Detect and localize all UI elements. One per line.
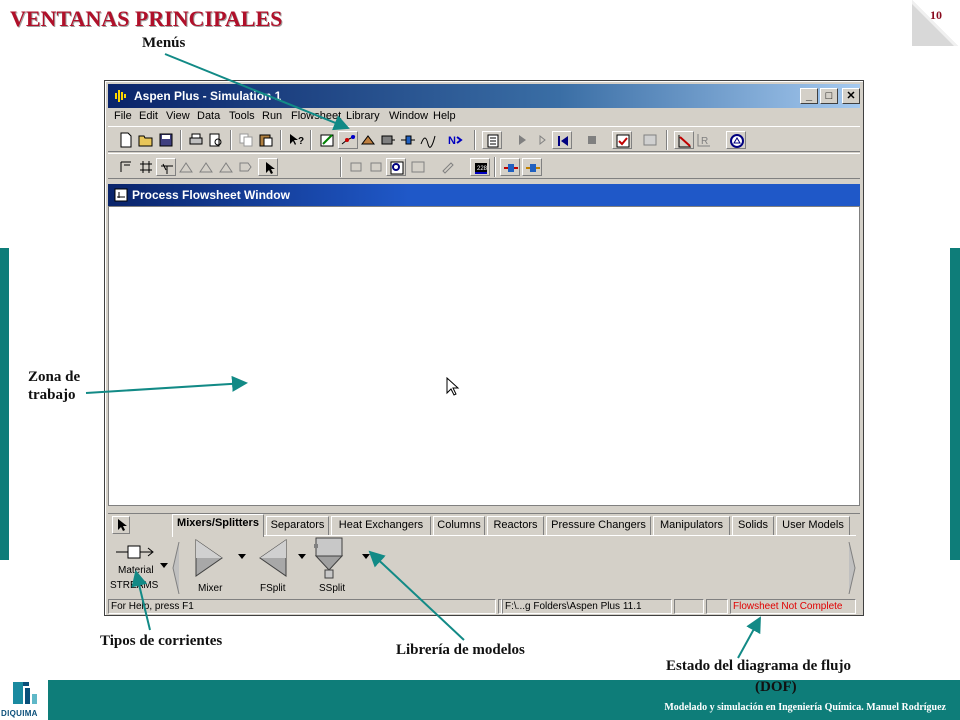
model-library-arrow xyxy=(368,550,465,641)
menus-arrow xyxy=(164,53,350,131)
flowsheet-status-annotation-line2: (DOF) xyxy=(755,679,797,695)
menus-annotation: Menús xyxy=(142,35,186,51)
work-area-annotation-line2: trabajo xyxy=(28,387,76,403)
diquima-logo-text: DIQUIMA xyxy=(1,709,38,718)
work-area-arrow xyxy=(85,375,248,394)
tab-mixers-splitters[interactable]: Mixers/Splitters xyxy=(172,514,264,537)
flowsheet-status-arrow xyxy=(737,616,761,659)
flowsheet-status-annotation-line1: Estado del diagrama de flujo xyxy=(666,658,852,674)
work-area-annotation-line1: Zona de xyxy=(28,369,81,385)
slide-footer: Modelado y simulación en Ingeniería Quím… xyxy=(0,680,960,720)
footer-text: Modelado y simulación en Ingeniería Quím… xyxy=(664,702,946,713)
model-library-annotation: Librería de modelos xyxy=(396,642,525,658)
diquima-logo-icon xyxy=(13,682,37,704)
stream-types-arrow xyxy=(131,570,151,631)
stream-types-annotation: Tipos de corrientes xyxy=(100,633,223,649)
annotation-arrows xyxy=(85,53,761,659)
diquima-logo: DIQUIMA xyxy=(0,676,48,720)
